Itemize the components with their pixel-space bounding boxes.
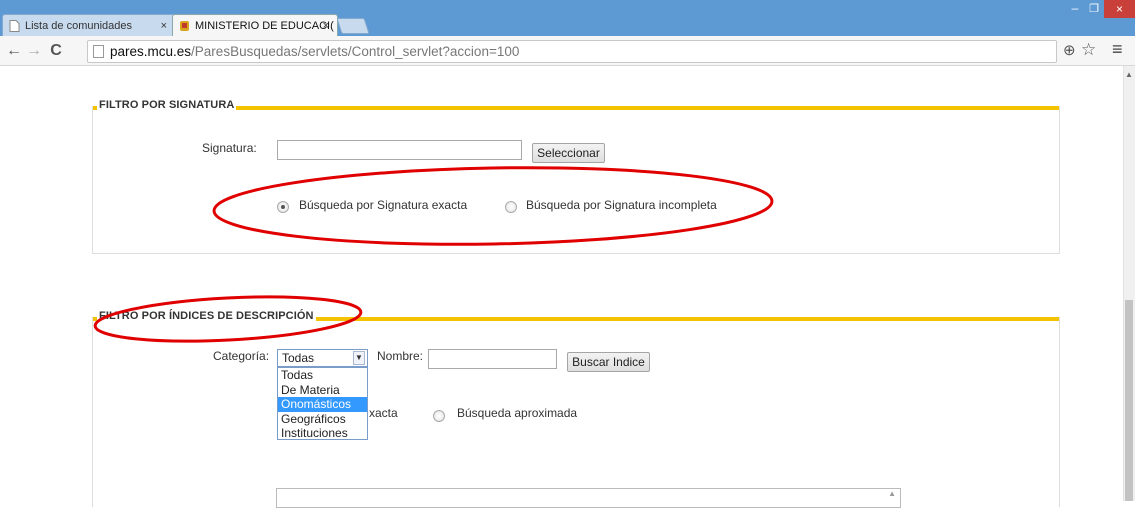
forward-arrow-icon[interactable]: → <box>24 41 44 61</box>
categoria-selected-value: Todas <box>282 351 315 365</box>
nombre-label: Nombre: <box>377 349 424 363</box>
tab-close-icon[interactable]: × <box>323 15 329 36</box>
categoria-dropdown-list[interactable]: Todas De Materia Onomásticos Geográficos… <box>277 367 368 440</box>
minimize-button[interactable]: – <box>1066 0 1084 18</box>
signatura-fieldset: FILTRO POR SIGNATURA <box>92 99 1060 254</box>
dropdown-option-highlighted[interactable]: Onomásticos <box>278 397 367 412</box>
tab-ministerio[interactable]: MINISTERIO DE EDUCACI( × <box>172 14 338 36</box>
radio-signatura-exacta[interactable] <box>277 201 289 213</box>
url-host: pares.mcu.es <box>110 44 192 59</box>
scroll-up-arrow-icon[interactable]: ▲ <box>1125 70 1133 79</box>
maximize-button[interactable]: ❐ <box>1084 0 1104 18</box>
dropdown-option[interactable]: Geográficos <box>278 412 367 427</box>
url-path: /ParesBusquedas/servlets/Control_servlet… <box>191 44 520 59</box>
dropdown-option[interactable]: Instituciones <box>278 426 367 441</box>
menu-icon[interactable]: ≡ <box>1112 39 1123 60</box>
radio-busqueda-aproximada[interactable] <box>433 410 445 422</box>
scroll-up-icon[interactable]: ▲ <box>888 489 896 498</box>
nombre-input[interactable] <box>428 349 557 369</box>
scrollbar-thumb[interactable] <box>1125 300 1133 501</box>
browser-toolbar: ← → C pares.mcu.es/ParesBusquedas/servle… <box>0 36 1135 66</box>
radio-signatura-exacta-label: Búsqueda por Signatura exacta <box>299 198 468 212</box>
radio-exacta-label: xacta <box>369 406 398 420</box>
signatura-label: Signatura: <box>202 141 257 155</box>
fieldset-accent-bar <box>93 106 1059 110</box>
seleccionar-button[interactable]: Seleccionar <box>532 143 605 163</box>
dropdown-option[interactable]: Todas <box>278 368 367 383</box>
radio-signatura-incompleta-label: Búsqueda por Signatura incompleta <box>526 198 717 212</box>
radio-signatura-incompleta[interactable] <box>505 201 517 213</box>
bookmark-star-icon[interactable]: ☆ <box>1081 40 1096 60</box>
fieldset-legend: FILTRO POR SIGNATURA <box>97 99 237 111</box>
url-text: pares.mcu.es/ParesBusquedas/servlets/Con… <box>110 41 519 62</box>
tab-label: MINISTERIO DE EDUCACI( <box>195 20 334 32</box>
dropdown-option[interactable]: De Materia <box>278 383 367 398</box>
buscar-indice-button[interactable]: Buscar Indice <box>567 352 650 372</box>
page-icon <box>9 20 20 32</box>
reload-icon[interactable]: C <box>46 41 66 61</box>
coat-of-arms-icon <box>180 21 189 31</box>
fieldset-legend: FILTRO POR ÍNDICES DE DESCRIPCIÓN <box>97 310 316 322</box>
address-bar[interactable]: pares.mcu.es/ParesBusquedas/servlets/Con… <box>87 40 1057 63</box>
tab-label: Lista de comunidades <box>25 20 133 32</box>
categoria-label: Categoría: <box>213 349 270 363</box>
chevron-down-icon[interactable]: ▼ <box>353 351 365 365</box>
new-tab-button[interactable] <box>336 18 370 34</box>
close-window-button[interactable]: × <box>1104 0 1135 18</box>
tab-lista-de-comunidades[interactable]: Lista de comunidades × <box>2 14 176 36</box>
radio-busqueda-aproximada-label: Búsqueda aproximada <box>457 406 578 420</box>
zoom-icon[interactable]: ⊕ <box>1063 41 1076 59</box>
results-textarea[interactable]: ▲ <box>276 488 901 508</box>
back-arrow-icon[interactable]: ← <box>4 41 24 61</box>
tab-close-icon[interactable]: × <box>161 15 167 36</box>
categoria-select[interactable]: Todas ▼ <box>277 349 368 367</box>
signatura-input[interactable] <box>277 140 522 160</box>
browser-titlebar: Lista de comunidades × MINISTERIO DE EDU… <box>0 0 1135 36</box>
page-icon <box>93 45 104 58</box>
